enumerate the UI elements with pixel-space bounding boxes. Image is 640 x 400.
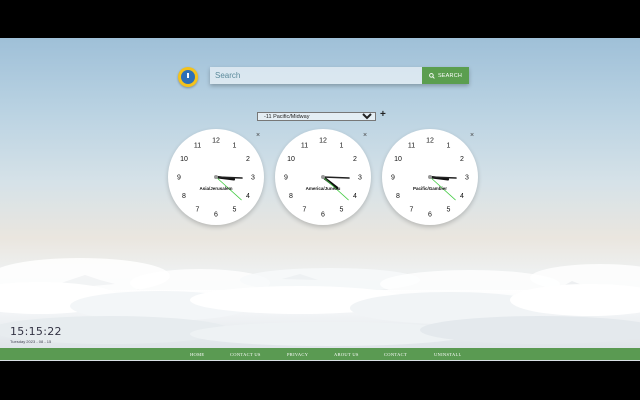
clock-number: 1: [447, 143, 451, 150]
remove-clock-close-icon[interactable]: ×: [363, 132, 367, 139]
clock-number: 3: [358, 175, 362, 182]
clock-center-pin: [214, 175, 218, 179]
footer-link-uninstall[interactable]: UNINSTALL: [434, 352, 462, 357]
clock-number: 9: [284, 175, 288, 182]
clock-number: 11: [194, 143, 201, 150]
clock-number: 7: [410, 207, 414, 214]
clock-number: 1: [340, 143, 344, 150]
clock-face: 121234567891011Asia/Jerusalem: [177, 138, 255, 219]
clock-number: 10: [180, 156, 188, 163]
clock-number: 3: [465, 175, 469, 182]
clock-number: 7: [303, 207, 307, 214]
clock-number: 1: [233, 143, 237, 150]
minute-hand: [322, 176, 350, 179]
footer-link-home[interactable]: HOME: [190, 352, 204, 357]
search-icon: [429, 72, 435, 79]
clock-number: 12: [426, 138, 434, 145]
clock-number: 8: [396, 193, 400, 200]
footer-link-about-us[interactable]: ABOUT US: [334, 352, 359, 357]
clock-number: 10: [287, 156, 295, 163]
clock-number: 5: [233, 207, 237, 214]
clock-number: 4: [460, 193, 464, 200]
clock-number: 9: [177, 175, 181, 182]
app-logo-clock-icon[interactable]: [178, 67, 198, 87]
clock-number: 6: [214, 212, 218, 219]
add-clock-button[interactable]: +: [380, 110, 386, 120]
clock-number: 11: [301, 143, 308, 150]
clock-number: 6: [428, 212, 432, 219]
analog-clock: 12 1 2 3 4 5 6 7 8 9 10 11 America/Juneau: [275, 129, 371, 225]
clock-number: 11: [408, 143, 415, 150]
clock-number: 2: [460, 156, 464, 163]
minute-hand: [215, 176, 243, 179]
remove-clock-close-icon[interactable]: ×: [256, 132, 260, 139]
clock-face: 121234567891011America/Juneau: [284, 138, 362, 219]
logo-inner-dial: [181, 70, 195, 84]
clock-number: 12: [319, 138, 327, 145]
clock-number: 2: [246, 156, 250, 163]
clock-timezone-label: Pacific/Gambier: [413, 186, 447, 191]
clock-center-pin: [428, 175, 432, 179]
footer-link-contact-us[interactable]: CONTACT US: [230, 352, 261, 357]
analog-clock: 12 1 2 3 4 5 6 7 8 9 10 11 Pacific/Gambier: [382, 129, 478, 225]
clock-number: 10: [394, 156, 402, 163]
minute-hand: [429, 176, 457, 179]
clock-number: 7: [196, 207, 200, 214]
clock-number: 8: [289, 193, 293, 200]
search-bar: SEARCH: [210, 67, 469, 84]
clock-number: 8: [182, 193, 186, 200]
clock-number: 5: [340, 207, 344, 214]
footer-link-contact[interactable]: CONTACT: [384, 352, 407, 357]
clock-number: 3: [251, 175, 255, 182]
search-button-label: SEARCH: [437, 72, 463, 79]
clock-center-pin: [321, 175, 325, 179]
clock-number: 4: [353, 193, 357, 200]
clock-number: 5: [447, 207, 451, 214]
remove-clock-close-icon[interactable]: ×: [470, 132, 474, 139]
clock-number: 2: [353, 156, 357, 163]
search-input[interactable]: [210, 67, 422, 84]
clock-timezone-label: America/Juneau: [306, 186, 341, 191]
current-time: 15:15:22: [10, 325, 62, 338]
clock-timezone-label: Asia/Jerusalem: [199, 186, 232, 191]
clock-number: 12: [212, 138, 220, 145]
clock-face: 121234567891011Pacific/Gambier: [391, 138, 469, 219]
current-date: Tuesday 2023 - 08 - 15: [10, 339, 52, 344]
footer-bar: HOME CONTACT US PRIVACY ABOUT US CONTACT…: [0, 348, 640, 360]
search-button[interactable]: SEARCH: [422, 67, 469, 84]
analog-clock: 12 1 2 3 4 5 6 7 8 9 10 11 Asia/Jerusalem: [168, 129, 264, 225]
timezone-select[interactable]: -11 Pacific/Midway: [257, 112, 376, 121]
footer-link-privacy[interactable]: PRIVACY: [287, 352, 308, 357]
clock-number: 6: [321, 212, 325, 219]
clock-number: 4: [246, 193, 250, 200]
clock-number: 9: [391, 175, 395, 182]
